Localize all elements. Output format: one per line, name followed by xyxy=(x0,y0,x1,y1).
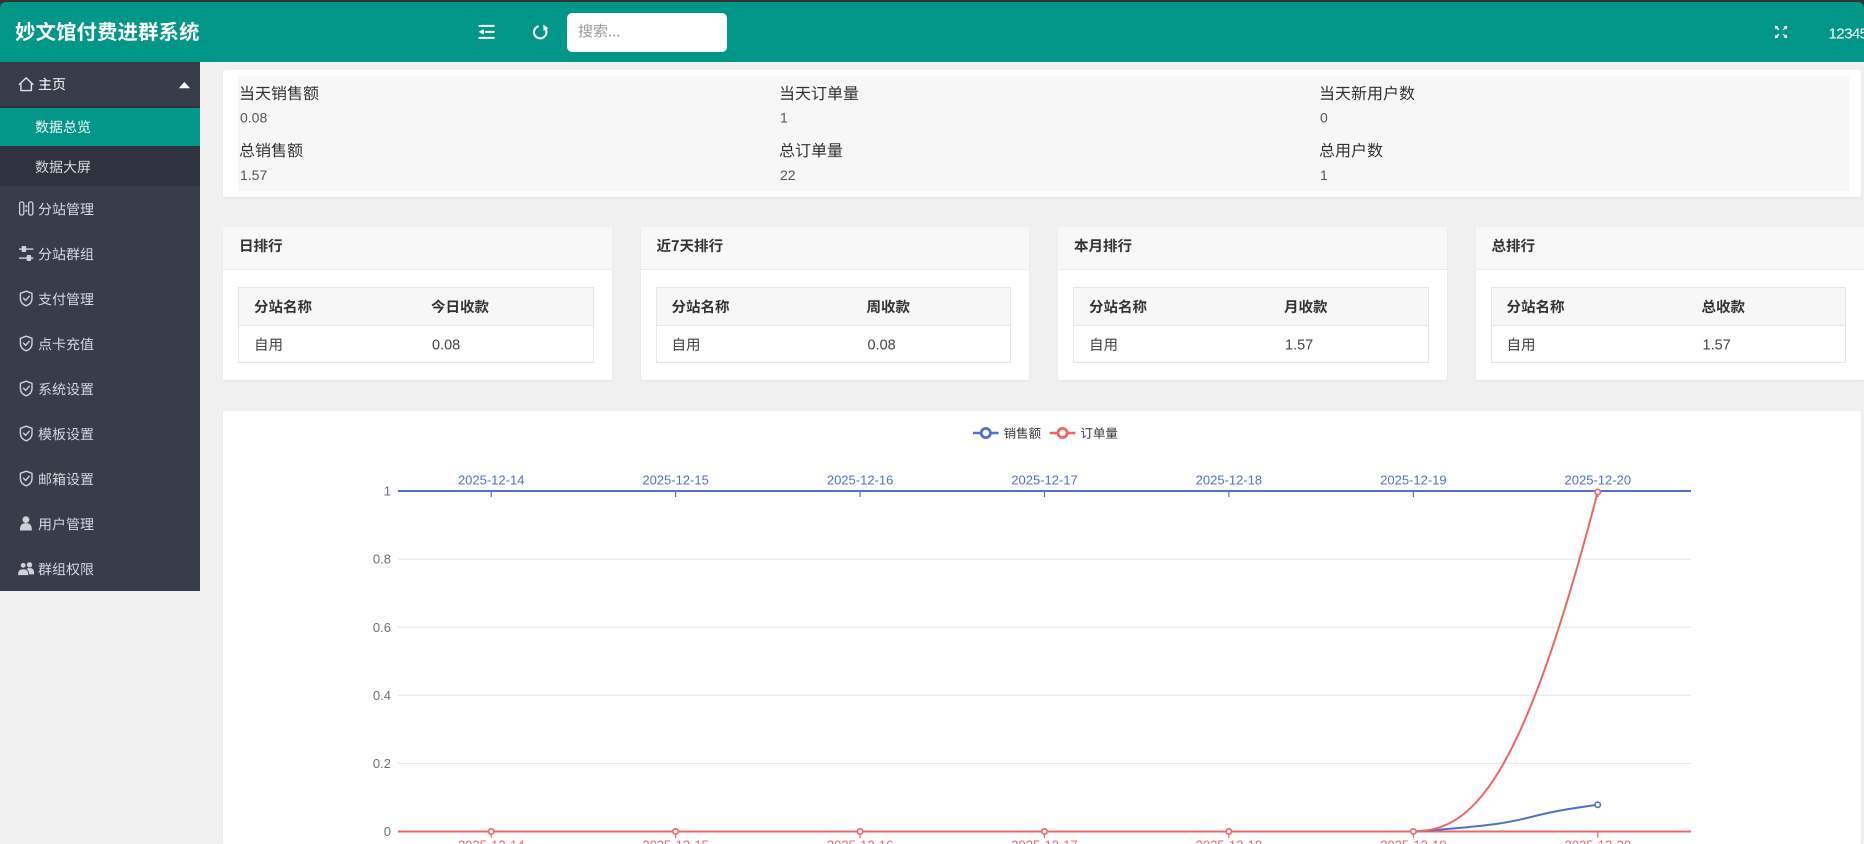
svg-text:2025-12-20: 2025-12-20 xyxy=(1565,837,1632,844)
svg-text:12345678: 12345678 xyxy=(1829,25,1864,42)
svg-text:2025-12-15: 2025-12-15 xyxy=(642,472,709,487)
svg-text:0: 0 xyxy=(384,824,391,839)
svg-text:1: 1 xyxy=(1320,167,1328,183)
svg-text:2025-12-18: 2025-12-18 xyxy=(1196,472,1263,487)
svg-text:0.8: 0.8 xyxy=(373,552,391,567)
svg-text:0.08: 0.08 xyxy=(240,109,267,125)
svg-text:2025-12-20: 2025-12-20 xyxy=(1565,472,1632,487)
svg-text:2025-12-17: 2025-12-17 xyxy=(1011,472,1078,487)
svg-text:2025-12-14: 2025-12-14 xyxy=(458,472,525,487)
svg-text:2025-12-17: 2025-12-17 xyxy=(1011,837,1078,844)
svg-text:0.6: 0.6 xyxy=(373,620,391,635)
svg-text:1.57: 1.57 xyxy=(1285,337,1313,353)
svg-text:2025-12-15: 2025-12-15 xyxy=(642,837,709,844)
svg-text:1.57: 1.57 xyxy=(1703,337,1731,353)
svg-text:1: 1 xyxy=(384,484,391,499)
svg-text:1: 1 xyxy=(780,109,788,125)
svg-text:0.4: 0.4 xyxy=(373,688,391,703)
svg-text:2025-12-19: 2025-12-19 xyxy=(1380,837,1447,844)
svg-text:0: 0 xyxy=(1320,109,1328,125)
svg-text:2025-12-18: 2025-12-18 xyxy=(1196,837,1263,844)
svg-text:0.08: 0.08 xyxy=(868,337,896,353)
svg-text:1.57: 1.57 xyxy=(240,167,267,183)
svg-text:2025-12-19: 2025-12-19 xyxy=(1380,472,1447,487)
svg-text:22: 22 xyxy=(780,167,796,183)
svg-text:0.08: 0.08 xyxy=(432,337,460,353)
svg-text:2025-12-14: 2025-12-14 xyxy=(458,837,525,844)
svg-text:0.2: 0.2 xyxy=(373,756,391,771)
svg-text:2025-12-16: 2025-12-16 xyxy=(827,472,894,487)
svg-text:2025-12-16: 2025-12-16 xyxy=(827,837,894,844)
